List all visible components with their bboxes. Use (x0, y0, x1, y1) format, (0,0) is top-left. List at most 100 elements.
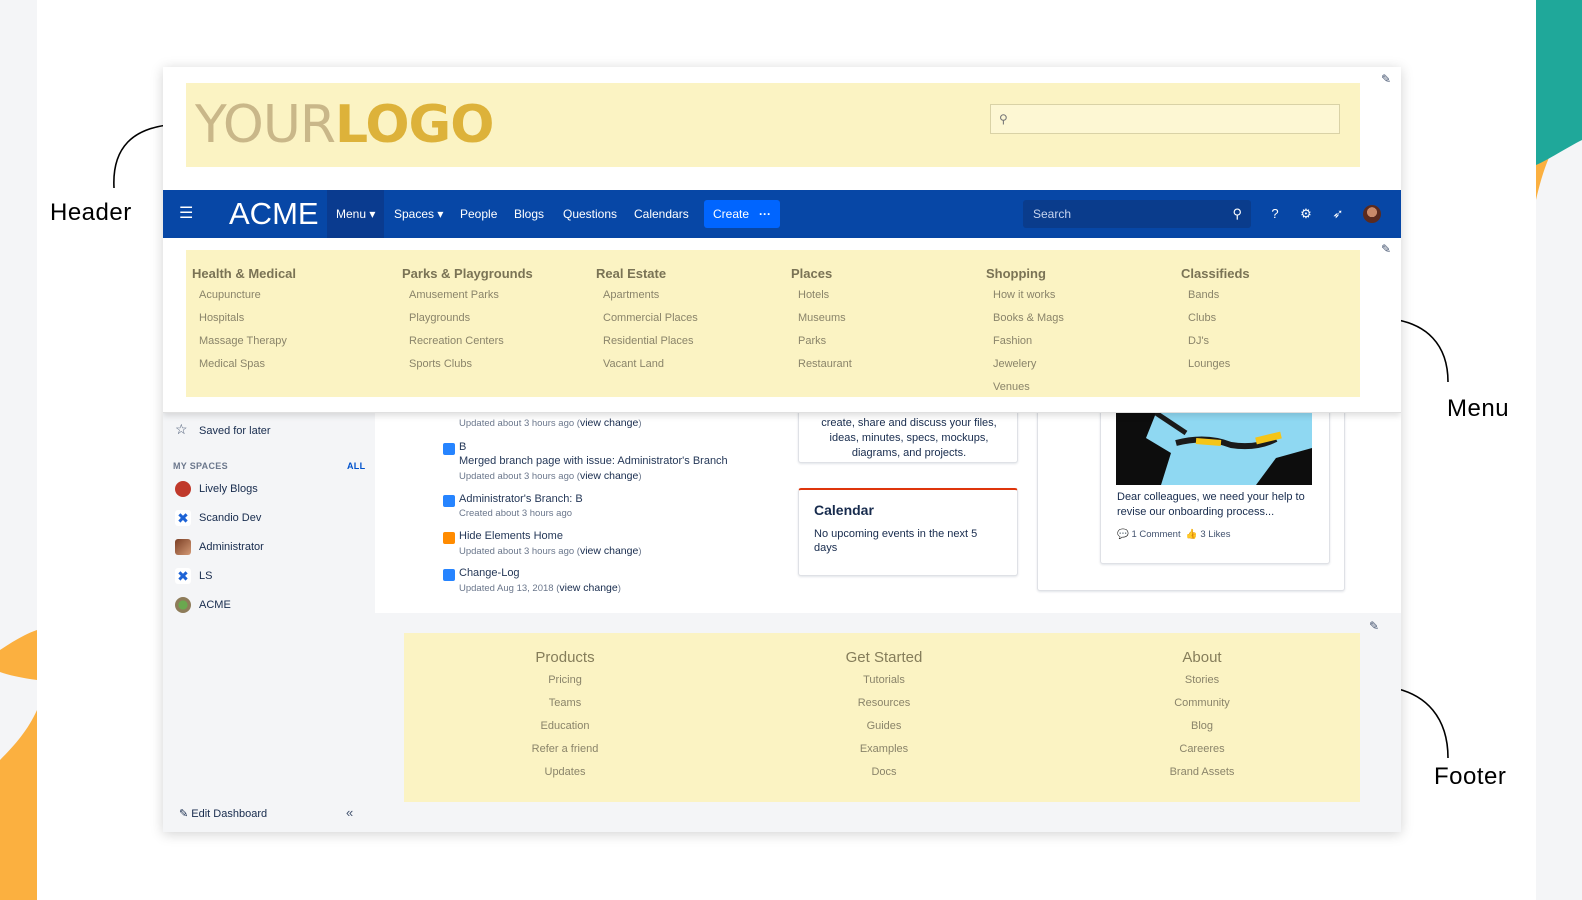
menu-column: Health & Medical Acupuncture Hospitals M… (192, 264, 382, 376)
intro-text: create, share and discuss your files, id… (821, 417, 997, 459)
menu-link[interactable]: Amusement Parks (402, 284, 592, 307)
sidebar-item-saved[interactable]: ☆ Saved for later (175, 419, 271, 439)
menu-link[interactable]: Playgrounds (402, 307, 592, 330)
avatar[interactable] (1363, 205, 1381, 223)
space-icon: ✖ (175, 510, 191, 527)
menu-link[interactable]: Medical Spas (192, 353, 382, 376)
menu-link[interactable]: Hotels (791, 284, 981, 307)
nav-people[interactable]: People (451, 190, 506, 238)
brand-name[interactable]: ACME (229, 195, 319, 233)
pencil-icon[interactable]: ✎ (1381, 242, 1391, 256)
page-icon (443, 569, 455, 581)
sidebar-space-item[interactable]: ACME (175, 595, 231, 615)
footer-link[interactable]: Guides (784, 715, 984, 738)
footer-heading: About (1182, 649, 1222, 666)
pencil-icon[interactable]: ✎ (1369, 619, 1379, 633)
footer-link[interactable]: Updates (465, 761, 665, 784)
footer-link[interactable]: Tutorials (784, 669, 984, 692)
menu-link[interactable]: Acupuncture (192, 284, 382, 307)
footer-link[interactable]: Examples (784, 738, 984, 761)
menu-link[interactable]: Jewelery (986, 353, 1176, 376)
footer-link[interactable]: Stories (1102, 669, 1302, 692)
confluence-mockup: ✎ YOURLOGO ⚲ ☰ ACME Menu ▾ Spaces ▾ Peop… (163, 67, 1401, 832)
activity-title[interactable]: Change-Log (459, 567, 520, 579)
chevron-down-icon: ▾ (437, 207, 444, 221)
menu-link[interactable]: How it works (986, 284, 1176, 307)
comments-count[interactable]: 1 Comment (1131, 529, 1180, 540)
nav-menu[interactable]: Menu ▾ (327, 190, 385, 238)
callout-footer-label: Footer (1434, 763, 1507, 790)
likes-count[interactable]: 3 Likes (1200, 529, 1230, 540)
home-page-icon (443, 532, 455, 544)
view-change-link[interactable]: view change (580, 417, 638, 429)
view-change-link[interactable]: view change (559, 582, 617, 594)
menu-link[interactable]: Residential Places (596, 330, 786, 353)
footer-column: Products Pricing Teams Education Refer a… (465, 647, 665, 784)
sidebar: ☆ Saved for later MY SPACES ALL Lively Bl… (163, 413, 375, 832)
footer-link[interactable]: Brand Assets (1102, 761, 1302, 784)
menu-link[interactable]: Clubs (1181, 307, 1371, 330)
notifications-icon[interactable]: ➶ (1329, 205, 1347, 223)
menu-link[interactable]: Museums (791, 307, 981, 330)
decorative-orange-shape (0, 630, 37, 900)
mega-menu: Health & Medical Acupuncture Hospitals M… (186, 250, 1360, 397)
menu-link[interactable]: Sports Clubs (402, 353, 592, 376)
menu-link[interactable]: Commercial Places (596, 307, 786, 330)
menu-link[interactable]: Apartments (596, 284, 786, 307)
create-button[interactable]: Create ··· (704, 200, 780, 228)
footer-link[interactable]: Community (1102, 692, 1302, 715)
menu-link[interactable]: Massage Therapy (192, 330, 382, 353)
footer-link[interactable]: Pricing (465, 669, 665, 692)
footer-link[interactable]: Blog (1102, 715, 1302, 738)
view-change-link[interactable]: view change (580, 545, 638, 557)
custom-footer: Products Pricing Teams Education Refer a… (404, 633, 1360, 802)
nav-search-input[interactable]: Search ⚲ (1023, 200, 1251, 228)
edit-dashboard-button[interactable]: ✎ Edit Dashboard (179, 807, 267, 820)
collapse-sidebar-icon[interactable]: « (346, 805, 353, 820)
more-icon: ··· (759, 207, 771, 221)
footer-link[interactable]: Docs (784, 761, 984, 784)
help-icon[interactable]: ? (1266, 205, 1284, 223)
activity-title[interactable]: Administrator's Branch: B (459, 493, 583, 505)
nav-calendars[interactable]: Calendars (625, 190, 698, 238)
nav-spaces[interactable]: Spaces ▾ (385, 190, 452, 238)
activity-title[interactable]: B (459, 441, 466, 453)
footer-link[interactable]: Careeres (1102, 738, 1302, 761)
blog-post-card[interactable]: Dear colleagues, we need your help to re… (1100, 404, 1330, 564)
menu-link[interactable]: Recreation Centers (402, 330, 592, 353)
footer-link[interactable]: Resources (784, 692, 984, 715)
custom-header: YOURLOGO ⚲ (186, 83, 1360, 167)
view-change-link[interactable]: view change (580, 470, 638, 482)
sidebar-space-item[interactable]: ✖ LS (175, 566, 212, 586)
decorative-teal-shape (1536, 0, 1582, 200)
menu-link[interactable]: DJ's (1181, 330, 1371, 353)
sidebar-space-item[interactable]: Administrator (175, 537, 264, 557)
nav-blogs[interactable]: Blogs (505, 190, 553, 238)
nav-questions[interactable]: Questions (554, 190, 626, 238)
footer-area: ✎ Products Pricing Teams Education Refer… (375, 613, 1401, 832)
menu-link[interactable]: Vacant Land (596, 353, 786, 376)
menu-link[interactable]: Restaurant (791, 353, 981, 376)
main-content: Updated about 3 hours ago (view change) … (375, 403, 1401, 613)
header-search-input[interactable]: ⚲ (990, 104, 1340, 134)
menu-link[interactable]: Venues (986, 376, 1176, 399)
menu-link[interactable]: Books & Mags (986, 307, 1176, 330)
sidebar-space-item[interactable]: ✖ Scandio Dev (175, 508, 261, 528)
pencil-icon: ✎ (179, 808, 192, 820)
menu-link[interactable]: Hospitals (192, 307, 382, 330)
menu-link[interactable]: Bands (1181, 284, 1371, 307)
all-spaces-link[interactable]: ALL (347, 461, 365, 471)
pencil-icon[interactable]: ✎ (1381, 72, 1391, 86)
menu-link[interactable]: Parks (791, 330, 981, 353)
gear-icon[interactable]: ⚙ (1297, 205, 1315, 223)
footer-link[interactable]: Teams (465, 692, 665, 715)
search-icon: ⚲ (999, 112, 1008, 126)
footer-column: Get Started Tutorials Resources Guides E… (784, 647, 984, 784)
hamburger-icon[interactable]: ☰ (179, 203, 193, 223)
sidebar-space-item[interactable]: Lively Blogs (175, 479, 258, 499)
footer-link[interactable]: Refer a friend (465, 738, 665, 761)
menu-link[interactable]: Fashion (986, 330, 1176, 353)
activity-title[interactable]: Hide Elements Home (459, 530, 563, 542)
footer-link[interactable]: Education (465, 715, 665, 738)
menu-link[interactable]: Lounges (1181, 353, 1371, 376)
